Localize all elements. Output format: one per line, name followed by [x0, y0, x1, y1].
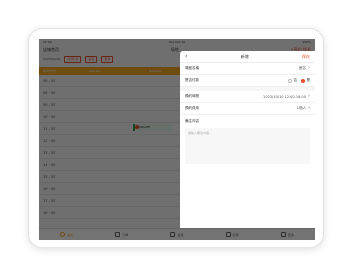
remark-placeholder: 請輸入備注內容...	[188, 131, 212, 135]
time-label: 預約時間	[185, 94, 199, 98]
chevron-right-icon: ›	[308, 105, 310, 111]
radio-no-icon	[288, 78, 292, 83]
time-value: 2023/10/10 12:00-16:00	[263, 94, 306, 99]
save-button[interactable]: 保存	[302, 54, 310, 60]
tablet-frame: 11:09 Tue Oct 10 100% 店铺首页 场地 +预约 搜索 202…	[28, 28, 324, 248]
panel-header: ‹ 新增 保存	[180, 51, 315, 63]
venue-value: 館名	[299, 66, 306, 70]
fee-label: 預約費用	[185, 106, 199, 110]
new-booking-panel: ‹ 新增 保存 場館名稱 館名 › 是否付款 否 是 預約時間 2023/10/…	[180, 51, 315, 228]
radio-no-label: 否	[293, 78, 298, 82]
radio-yes-icon	[301, 78, 305, 83]
venue-label: 場館名稱	[185, 66, 199, 70]
remark-textarea[interactable]: 請輸入備注內容...	[185, 128, 310, 164]
paid-row: 是否付款 否 是	[180, 75, 315, 87]
screen: 11:09 Tue Oct 10 100% 店铺首页 场地 +预约 搜索 202…	[39, 39, 315, 240]
radio-yes-label: 是	[306, 78, 311, 82]
radio-no[interactable]: 否	[288, 78, 297, 83]
fee-row[interactable]: 預約費用 1個人 ›	[180, 103, 315, 115]
radio-yes[interactable]: 是	[301, 78, 310, 83]
remark-label: 備注內容	[185, 119, 199, 123]
chevron-right-icon: ›	[308, 65, 310, 71]
panel-title: 新增	[240, 53, 249, 59]
back-icon[interactable]: ‹	[185, 53, 187, 60]
paid-label: 是否付款	[185, 78, 199, 82]
time-row[interactable]: 預約時間 2023/10/10 12:00-16:00 ›	[180, 91, 315, 103]
fee-value: 1個人	[296, 106, 306, 110]
venue-row[interactable]: 場館名稱 館名 ›	[180, 63, 315, 75]
paid-radio-group: 否 是	[288, 78, 310, 83]
chevron-right-icon: ›	[308, 93, 310, 99]
